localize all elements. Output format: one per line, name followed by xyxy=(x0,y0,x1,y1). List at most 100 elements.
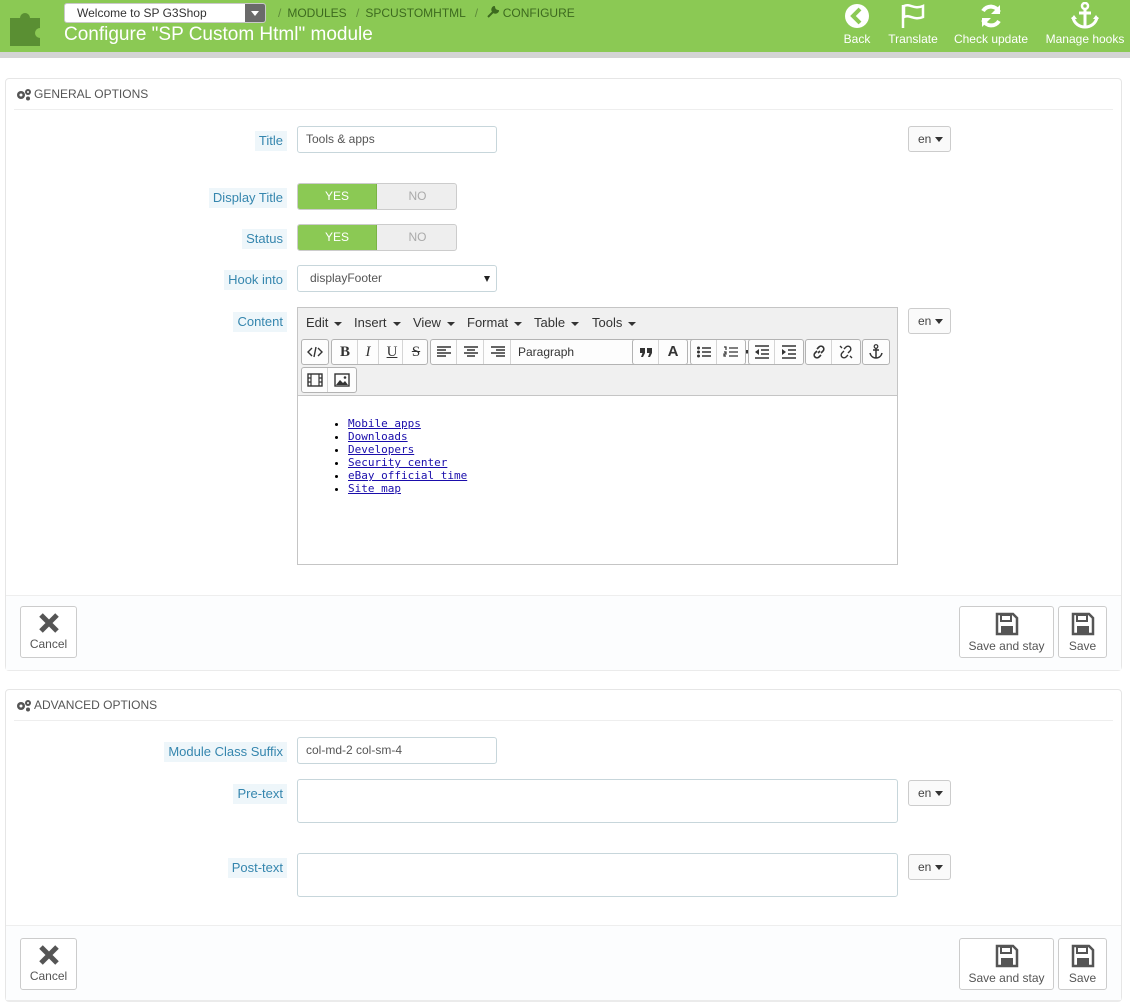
blockquote-button[interactable] xyxy=(633,340,659,364)
translate-button[interactable]: Translate xyxy=(884,2,942,46)
advanced-save-and-stay-button[interactable]: Save and stay xyxy=(959,938,1054,990)
title-language-button[interactable]: en xyxy=(908,126,951,152)
align-right-icon xyxy=(491,346,505,357)
insert-anchor-button[interactable] xyxy=(863,340,889,364)
underline-icon: U xyxy=(386,344,398,360)
hook-into-label: Hook into xyxy=(224,270,287,290)
paragraph-format-value: Paragraph xyxy=(518,345,575,359)
italic-button[interactable]: I xyxy=(355,340,379,364)
align-left-button[interactable] xyxy=(431,340,457,364)
post-text-textarea[interactable] xyxy=(297,853,898,897)
title-input[interactable]: Tools & apps xyxy=(297,126,497,153)
content-label: Content xyxy=(233,312,287,332)
pre-text-label: Pre-text xyxy=(233,784,287,804)
general-cancel-button[interactable]: Cancel xyxy=(20,606,77,658)
manage-hooks-button[interactable]: Manage hooks xyxy=(1043,2,1127,46)
menu-insert[interactable]: Insert xyxy=(354,315,401,330)
numbered-list-button[interactable] xyxy=(718,340,744,364)
advanced-panel-footer xyxy=(6,925,1121,1000)
bullet-list-icon xyxy=(697,346,711,358)
shop-selector-value: Welcome to SP G3Shop xyxy=(77,6,207,20)
insert-video-button[interactable] xyxy=(302,368,328,392)
insert-link-button[interactable] xyxy=(806,340,832,364)
general-options-title: General options xyxy=(34,87,149,101)
general-save-button[interactable]: Save xyxy=(1058,606,1107,658)
outdent-button[interactable] xyxy=(749,340,775,364)
breadcrumb: / Modules / SPCUSTOMHTML / Configure xyxy=(278,5,575,20)
breadcrumb-configure: Configure xyxy=(502,6,575,20)
breadcrumb-modules[interactable]: Modules xyxy=(287,6,346,20)
italic-icon: I xyxy=(365,344,371,360)
align-right-button[interactable] xyxy=(485,340,511,364)
panel-heading: Advanced options xyxy=(14,690,1113,721)
module-class-suffix-input[interactable]: col-md-2 col-sm-4 xyxy=(297,737,497,764)
indent-button[interactable] xyxy=(776,340,802,364)
source-group xyxy=(301,339,329,365)
text-color-button[interactable]: A xyxy=(660,340,686,364)
display-title-yes[interactable]: YES xyxy=(298,184,377,209)
save-and-stay-label: Save and stay xyxy=(968,639,1045,653)
post-text-label: Post-text xyxy=(227,858,287,878)
shop-selector[interactable]: Welcome to SP G3Shop xyxy=(64,3,266,23)
source-code-button[interactable] xyxy=(302,340,328,364)
link-site-map[interactable]: Site map xyxy=(348,482,401,495)
list-item: Downloads xyxy=(348,430,467,443)
link-downloads[interactable]: Downloads xyxy=(348,430,408,443)
indent-group xyxy=(748,339,804,365)
module-class-suffix-label: Module Class Suffix xyxy=(164,742,287,762)
floppy-disk-icon xyxy=(1071,612,1094,636)
save-label: Save xyxy=(1068,639,1097,653)
check-update-button[interactable]: Check update xyxy=(951,2,1031,46)
cogs-icon xyxy=(17,700,31,712)
post-text-language-button[interactable]: en xyxy=(908,854,951,880)
link-developers[interactable]: Developers xyxy=(348,443,414,456)
back-button[interactable]: Back xyxy=(842,2,872,46)
hook-into-select[interactable]: displayFooter xyxy=(297,265,497,292)
align-center-button[interactable] xyxy=(458,340,484,364)
link-security-center[interactable]: Security center xyxy=(348,456,447,469)
menu-table[interactable]: Table xyxy=(534,315,579,330)
status-switch[interactable]: YES NO xyxy=(297,224,457,251)
menu-format[interactable]: Format xyxy=(467,315,522,330)
general-save-and-stay-button[interactable]: Save and stay xyxy=(959,606,1054,658)
anchor-icon xyxy=(1071,2,1099,29)
bullet-list-button[interactable] xyxy=(691,340,717,364)
status-yes[interactable]: YES xyxy=(298,225,377,250)
advanced-options-title: Advanced options xyxy=(34,698,158,712)
content-language-button[interactable]: en xyxy=(908,308,951,334)
cancel-label: Cancel xyxy=(29,637,68,651)
menu-view[interactable]: View xyxy=(413,315,455,330)
list-item: Site map xyxy=(348,482,467,495)
link-ebay-official-time[interactable]: eBay official time xyxy=(348,469,467,482)
breadcrumb-module[interactable]: SPCUSTOMHTML xyxy=(365,6,465,20)
refresh-icon xyxy=(981,4,1001,28)
title-label: Title xyxy=(254,131,287,151)
link-mobile-apps[interactable]: Mobile apps xyxy=(348,417,421,430)
list-item: Security center xyxy=(348,456,467,469)
display-title-switch[interactable]: YES NO xyxy=(297,183,457,210)
menu-edit[interactable]: Edit xyxy=(306,315,342,330)
unlink-icon xyxy=(839,345,853,359)
editor-content-area[interactable]: Mobile apps Downloads Developers Securit… xyxy=(298,397,897,564)
display-title-no[interactable]: NO xyxy=(378,184,456,209)
strikethrough-button[interactable]: S xyxy=(403,340,427,364)
unlink-button[interactable] xyxy=(833,340,859,364)
pre-text-language-button[interactable]: en xyxy=(908,780,951,806)
media-group xyxy=(301,367,357,393)
anchor-icon xyxy=(869,344,883,359)
list-item: Mobile apps xyxy=(348,417,467,430)
strikethrough-icon: S xyxy=(411,344,421,360)
pre-text-textarea[interactable] xyxy=(297,779,898,823)
floppy-disk-icon xyxy=(995,612,1018,636)
image-icon xyxy=(334,373,350,387)
status-no[interactable]: NO xyxy=(378,225,456,250)
translate-label: Translate xyxy=(888,32,938,46)
insert-image-button[interactable] xyxy=(329,368,355,392)
advanced-cancel-button[interactable]: Cancel xyxy=(20,938,77,990)
advanced-save-button[interactable]: Save xyxy=(1058,938,1107,990)
menu-tools[interactable]: Tools xyxy=(592,315,636,330)
underline-button[interactable]: U xyxy=(379,340,403,364)
code-icon xyxy=(307,346,323,358)
cancel-label: Cancel xyxy=(29,969,68,983)
film-icon xyxy=(307,373,323,387)
